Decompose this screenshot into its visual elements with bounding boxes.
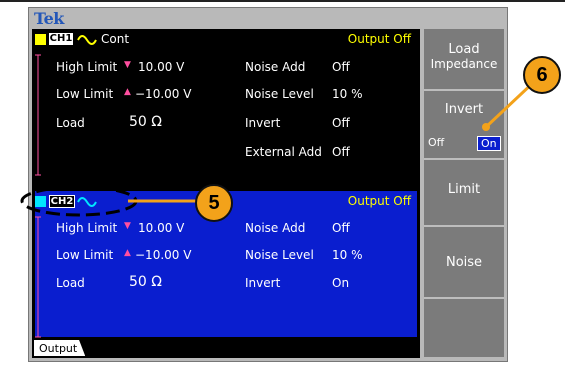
callout-5: 5 [195,184,233,222]
callout-6-dot [482,123,490,131]
callout-6: 6 [523,56,561,94]
callout-overlay [20,78,538,217]
ch2-highlight-ellipse [20,185,138,217]
